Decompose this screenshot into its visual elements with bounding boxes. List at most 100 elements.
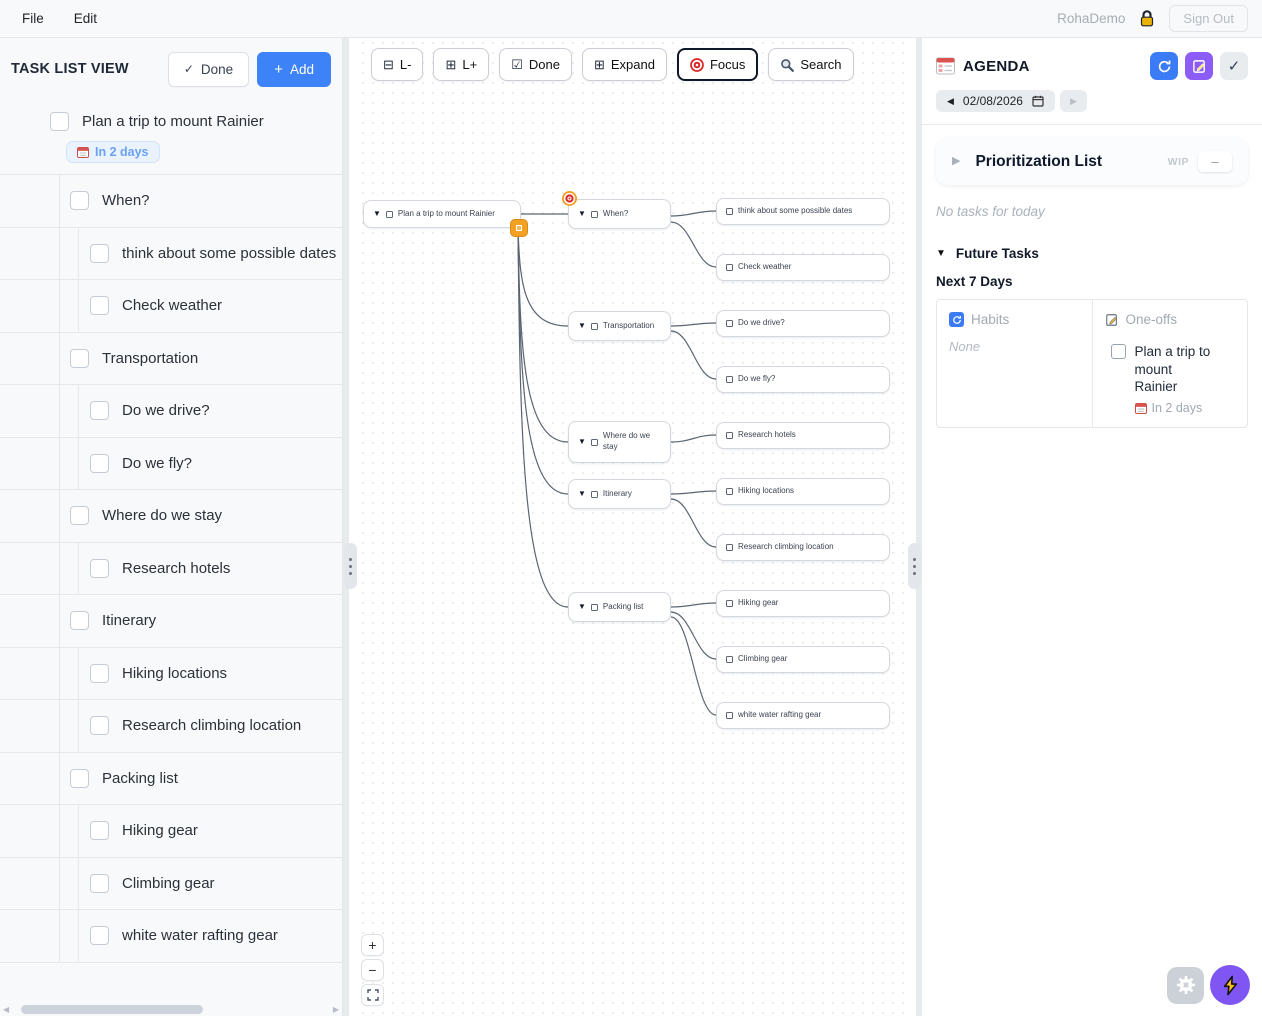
drag-handle[interactable] [908,543,921,589]
task-checkbox[interactable] [90,243,109,263]
wip-input[interactable] [1198,151,1232,172]
node-checkbox[interactable] [726,600,733,607]
left-panel-resizer[interactable] [343,38,358,1016]
future-tasks-header[interactable]: ▼ Future Tasks [936,246,1248,261]
task-checkbox[interactable] [90,453,109,473]
quick-actions-button[interactable] [1210,965,1250,1005]
node-checkbox[interactable] [590,438,598,446]
node-checkbox[interactable] [726,488,733,495]
node-checkbox[interactable] [726,432,733,439]
mindmap-node-fly[interactable]: Do we fly? [716,366,890,393]
node-checkbox[interactable] [726,320,733,327]
task-checkbox[interactable] [90,663,109,683]
task-row[interactable]: white water rafting gear [0,910,342,963]
prioritization-list-section[interactable]: ▶ Prioritization List WIP [936,138,1248,185]
node-checkbox[interactable] [726,656,733,663]
task-row[interactable]: Itinerary [0,595,342,648]
task-row[interactable]: Research climbing location [0,700,342,753]
mindmap-node-drive[interactable]: Do we drive? [716,310,890,337]
prev-day-icon[interactable]: ◀ [947,96,954,106]
task-row[interactable]: Check weather [0,280,342,333]
mindmap-canvas[interactable]: ⊟ L- ⊞ L+ ☑ Done ⊞ Expand Focus Search ▼ Plan a tr… [358,38,907,1016]
task-row[interactable]: Transportation [0,332,342,385]
next-day-button[interactable]: ▶ [1059,90,1087,112]
mindmap-node-itinerary[interactable]: ▼ Itinerary [568,479,671,509]
date-value[interactable]: 02/08/2026 [963,94,1023,108]
date-picker[interactable]: ◀ 02/08/2026 [936,90,1055,112]
done-filter-button[interactable]: ✓ Done [167,51,250,87]
task-checkbox[interactable] [90,873,109,893]
done-toggle-button[interactable]: ☑ Done [499,48,572,81]
task-checkbox[interactable] [90,926,109,946]
sign-out-button[interactable]: Sign Out [1169,5,1248,32]
expand-arrow-icon[interactable]: ▶ [952,156,960,167]
check-button[interactable]: ✓ [1220,52,1248,80]
task-checkbox[interactable] [1110,344,1126,359]
task-row[interactable]: Research hotels [0,542,342,595]
task-row[interactable]: When? [0,175,342,228]
task-checkbox[interactable] [70,506,89,526]
node-checkbox[interactable] [590,603,598,611]
menu-edit[interactable]: Edit [74,11,97,26]
right-panel-resizer[interactable] [907,38,922,1016]
node-checkbox[interactable] [590,210,598,218]
node-checkbox[interactable] [726,264,733,271]
calendar-picker-icon[interactable] [1032,95,1044,107]
collapse-triangle-icon[interactable]: ▼ [578,210,586,218]
horizontal-scrollbar[interactable]: ◀ ▶ [0,1003,342,1016]
collapse-triangle-icon[interactable]: ▼ [373,210,381,218]
mindmap-node-rafting[interactable]: white water rafting gear [716,702,890,729]
task-row[interactable]: Packing list [0,752,342,805]
menu-file[interactable]: File [22,11,44,26]
zoom-out-button[interactable]: − [361,959,384,981]
task-checkbox[interactable] [70,348,89,368]
task-checkbox[interactable] [70,611,89,631]
drag-handle[interactable] [344,543,357,589]
collapse-triangle-icon[interactable]: ▼ [578,438,586,446]
node-checkbox[interactable] [726,208,733,215]
task-row[interactable]: Where do we stay [0,490,342,543]
add-task-button[interactable]: + Add [257,51,331,87]
mindmap-node-weather[interactable]: Check weather [716,254,890,281]
scroll-right-icon[interactable]: ▶ [333,1005,339,1014]
settings-button[interactable] [1167,966,1204,1004]
sync-button[interactable] [1150,52,1178,80]
node-checkbox[interactable] [590,490,598,498]
mindmap-node-stay[interactable]: ▼ Where do we stay [568,421,671,463]
mindmap-node-transportation[interactable]: ▼ Transportation [568,311,671,341]
task-checkbox[interactable] [70,191,89,211]
expand-level-button[interactable]: ⊞ L+ [433,48,490,81]
one-off-task[interactable]: Plan a trip to mount Rainier In 2 days [1110,343,1238,415]
focus-button[interactable]: Focus [676,48,759,81]
task-checkbox[interactable] [90,296,109,316]
task-checkbox[interactable] [90,716,109,736]
mindmap-node-climbing-location[interactable]: Research climbing location [716,534,890,561]
task-row[interactable]: Climbing gear [0,857,342,910]
node-checkbox[interactable] [726,376,733,383]
search-button[interactable]: Search [768,48,854,81]
task-row[interactable]: think about some possible dates [0,227,342,280]
notes-button[interactable] [1185,52,1213,80]
node-checkbox[interactable] [726,712,733,719]
mindmap-node-packing[interactable]: ▼ Packing list [568,592,671,622]
task-checkbox[interactable] [50,111,69,131]
node-checkbox[interactable] [385,210,393,218]
mindmap-node-root[interactable]: ▼ Plan a trip to mount Rainier [363,200,527,236]
task-row[interactable]: Hiking gear [0,805,342,858]
fit-view-button[interactable] [361,984,384,1006]
mindmap-node-dates[interactable]: think about some possible dates [716,198,890,225]
task-checkbox[interactable] [90,558,109,578]
collapse-triangle-icon[interactable]: ▼ [578,322,586,330]
collapse-triangle-icon[interactable]: ▼ [578,603,586,611]
collapse-level-button[interactable]: ⊟ L- [371,48,424,81]
task-checkbox[interactable] [90,401,109,421]
scrollbar-thumb[interactable] [21,1005,204,1014]
due-date-badge[interactable]: In 2 days [66,140,160,163]
collapse-children-button[interactable] [511,220,527,236]
task-row[interactable]: Plan a trip to mount Rainier In 2 days [0,100,342,175]
mindmap-node-when[interactable]: ▼ When? [562,191,671,229]
task-row[interactable]: Do we fly? [0,437,342,490]
task-row[interactable]: Hiking locations [0,647,342,700]
collapse-arrow-icon[interactable]: ▼ [936,248,946,259]
mindmap-node-hiking-locations[interactable]: Hiking locations [716,478,890,505]
